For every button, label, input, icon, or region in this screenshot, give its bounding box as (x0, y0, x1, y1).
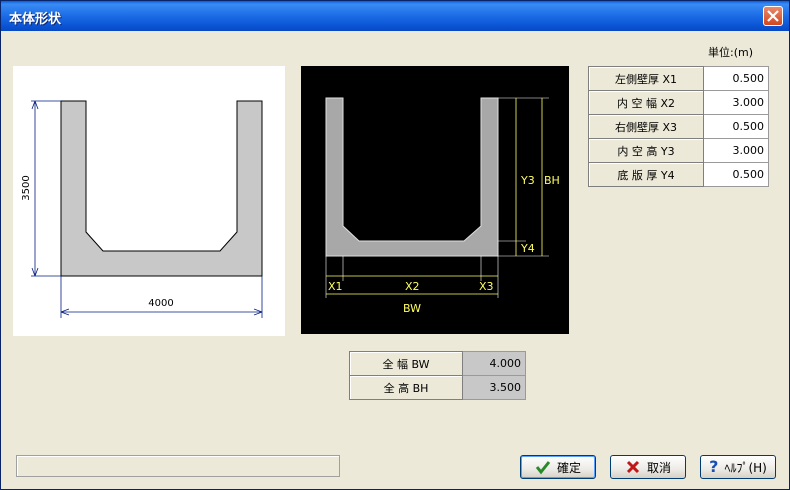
width-dim-label: 4000 (148, 298, 173, 309)
param-input-y3[interactable]: 3.000 (703, 138, 769, 163)
param-label: 左側壁厚 X1 (588, 66, 704, 91)
param-input-x2[interactable]: 3.000 (703, 90, 769, 115)
title-bar[interactable]: 本体形状 (1, 1, 789, 31)
total-value-bh: 3.500 (462, 375, 526, 400)
param-row-y4: 底 版 厚 Y4 0.500 (588, 162, 769, 187)
help-button[interactable]: ? ﾍﾙﾌﾟ(H) (700, 455, 776, 479)
section-diagram-svg: 3500 4000 (21, 100, 263, 318)
ok-button-label: 確定 (556, 460, 581, 475)
ok-button[interactable]: 確定 (520, 455, 596, 479)
cancel-button[interactable]: 取消 (610, 455, 686, 479)
parameter-diagram-svg: Y3 BH Y4 X1 X2 X3 BW (325, 97, 560, 315)
total-label: 全 高 BH (349, 375, 463, 400)
dialog-window: 本体形状 単位:(m) 3500 4000 Y3 BH Y4 X1 X2 X3 … (0, 0, 790, 490)
param-input-x3[interactable]: 0.500 (703, 114, 769, 139)
param-label: 内 空 高 Y3 (588, 138, 704, 163)
parameters-table: 左側壁厚 X1 0.500 内 空 幅 X2 3.000 右側壁厚 X3 0.5… (588, 66, 769, 187)
param-label: 底 版 厚 Y4 (588, 162, 704, 187)
section-diagram-dimensions: 3500 4000 (13, 66, 285, 336)
label-y4: Y4 (520, 242, 535, 255)
param-input-x1[interactable]: 0.500 (703, 66, 769, 91)
label-bh: BH (544, 174, 560, 187)
total-row-bh: 全 高 BH 3.500 (349, 375, 526, 400)
height-dim-label: 3500 (21, 175, 32, 200)
totals-table: 全 幅 BW 4.000 全 高 BH 3.500 (349, 351, 526, 400)
units-label: 単位:(m) (708, 46, 754, 59)
section-diagram-parameters: Y3 BH Y4 X1 X2 X3 BW (301, 66, 569, 334)
param-label: 右側壁厚 X3 (588, 114, 704, 139)
total-value-bw: 4.000 (462, 351, 526, 376)
x-icon (625, 459, 641, 475)
label-x2: X2 (405, 280, 420, 293)
window-title: 本体形状 (9, 12, 62, 27)
checkmark-icon (535, 459, 551, 475)
param-input-y4[interactable]: 0.500 (703, 162, 769, 187)
param-row-y3: 内 空 高 Y3 3.000 (588, 138, 769, 163)
param-row-x1: 左側壁厚 X1 0.500 (588, 66, 769, 91)
param-row-x2: 内 空 幅 X2 3.000 (588, 90, 769, 115)
question-mark-icon: ? (709, 457, 719, 476)
param-label: 内 空 幅 X2 (588, 90, 704, 115)
total-row-bw: 全 幅 BW 4.000 (349, 351, 526, 376)
total-label: 全 幅 BW (349, 351, 463, 376)
cancel-button-label: 取消 (646, 460, 671, 475)
close-icon (767, 10, 779, 22)
label-x3: X3 (479, 280, 494, 293)
status-bar (16, 455, 340, 477)
label-x1: X1 (328, 280, 343, 293)
param-section-shape (325, 97, 499, 257)
label-bw: BW (403, 302, 421, 315)
help-button-label: ﾍﾙﾌﾟ(H) (724, 460, 767, 475)
section-shape (60, 100, 263, 277)
label-y3: Y3 (520, 174, 535, 187)
close-button[interactable] (763, 6, 783, 26)
param-row-x3: 右側壁厚 X3 0.500 (588, 114, 769, 139)
